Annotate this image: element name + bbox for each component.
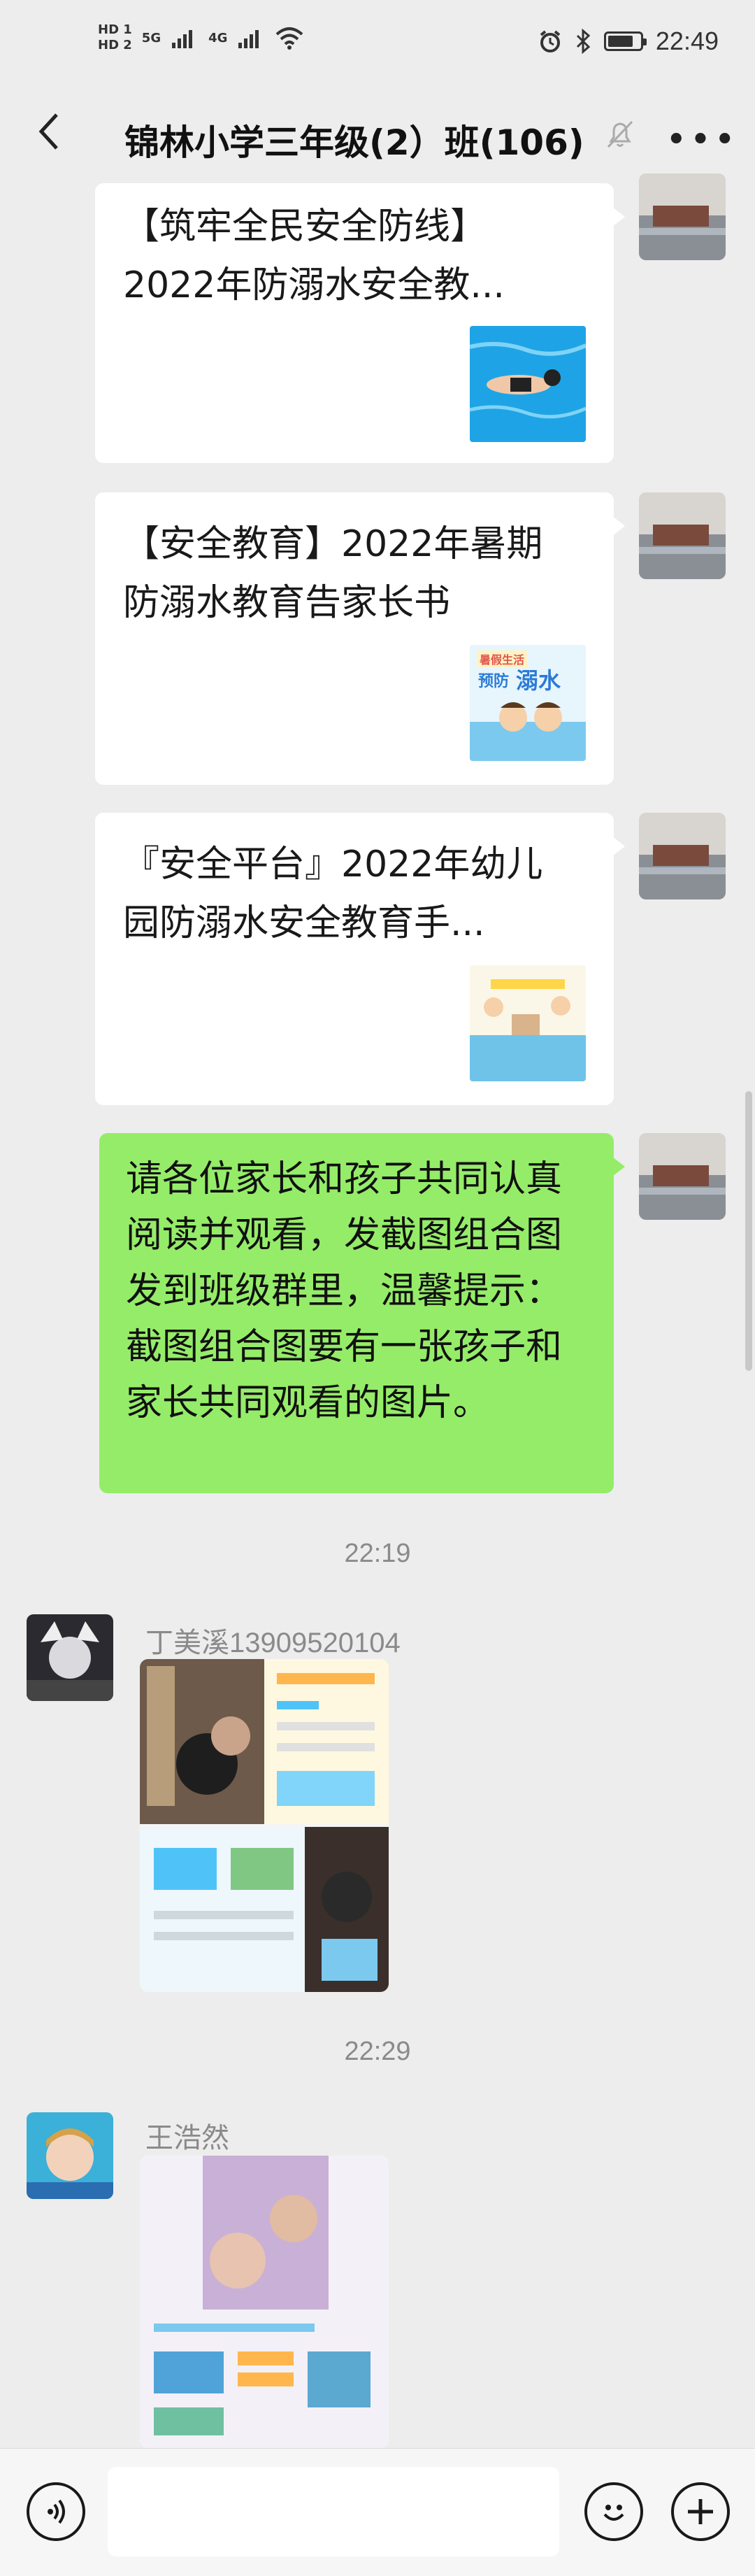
more-options-button[interactable]: ••• xyxy=(666,119,738,161)
alarm-icon xyxy=(540,30,561,52)
chat-title: 锦林小学三年级(2）班(106) xyxy=(124,122,584,163)
signal-icon xyxy=(172,30,193,48)
thumb-line2: 预防 xyxy=(478,673,510,690)
message-text: 请各位家长和孩子共同认真阅读并观看，发截图组合图发到班级群里，温馨提示：截图组合… xyxy=(126,1158,563,1424)
hd2-badge: HD 2 xyxy=(98,38,132,52)
link-card-title: 【筑牢全民安全防线】2022年防溺水安全教... xyxy=(123,206,505,306)
network-4g-label: 4G xyxy=(208,30,228,45)
status-right: 22:49 xyxy=(538,27,719,56)
hd1-badge: HD 1 xyxy=(98,22,132,37)
image-message[interactable] xyxy=(140,1659,389,1992)
chevron-left-icon xyxy=(38,113,58,150)
signal-area: HD 1 HD 2 5G 4G xyxy=(98,22,304,53)
link-card[interactable]: 【安全教育】2022年暑期防溺水教育告家长书 暑假生活 预防 溺水 xyxy=(95,492,625,785)
battery-icon xyxy=(603,31,647,51)
link-card[interactable]: 『安全平台』2022年幼儿园防溺水安全教育手... xyxy=(95,813,625,1105)
plus-icon xyxy=(688,2499,713,2524)
avatar[interactable] xyxy=(639,173,726,260)
emoji-button[interactable] xyxy=(584,2482,643,2541)
scrollbar[interactable] xyxy=(745,1091,752,1371)
thumb-line3: 溺水 xyxy=(516,667,561,694)
timestamp: 22:29 xyxy=(344,2037,411,2066)
network-5g-label: 5G xyxy=(141,30,161,45)
back-button[interactable] xyxy=(28,111,70,152)
kindergarten-safety-thumbnail xyxy=(470,965,586,1081)
swimming-thumbnail xyxy=(470,326,586,442)
link-card-title: 『安全平台』2022年幼儿园防溺水安全教育手... xyxy=(123,844,543,944)
chat-header: 锦林小学三年级(2）班(106) ••• xyxy=(0,91,755,175)
avatar[interactable] xyxy=(639,1133,726,1220)
link-card[interactable]: 【筑牢全民安全防线】2022年防溺水安全教... xyxy=(95,183,625,463)
link-card-title: 【安全教育】2022年暑期防溺水教育告家长书 xyxy=(123,523,543,624)
sender-avatar[interactable] xyxy=(27,1614,113,1701)
voice-button[interactable] xyxy=(27,2482,85,2541)
sender-avatar[interactable] xyxy=(27,2112,113,2199)
message-input[interactable] xyxy=(108,2467,559,2556)
bluetooth-icon xyxy=(576,29,591,54)
avatar[interactable] xyxy=(639,492,726,579)
drowning-prevention-thumbnail: 暑假生活 预防 溺水 xyxy=(470,645,586,761)
wifi-icon xyxy=(276,27,303,50)
image-message[interactable] xyxy=(140,2156,389,2448)
signal-icon-2 xyxy=(238,30,259,48)
own-text-message[interactable]: 请各位家长和孩子共同认真阅读并观看，发截图组合图发到班级群里，温馨提示：截图组合… xyxy=(99,1133,625,1493)
input-bar xyxy=(0,2448,755,2576)
clock: 22:49 xyxy=(655,27,719,55)
add-button[interactable] xyxy=(671,2482,730,2541)
voice-icon xyxy=(48,2499,65,2524)
sender-name: 丁美溪13909520104 xyxy=(145,1628,401,1658)
mute-bell-icon xyxy=(607,120,633,148)
emoji-icon xyxy=(603,2505,624,2521)
avatar[interactable] xyxy=(639,813,726,899)
status-bar: HD 1 HD 2 5G 4G 22:49 xyxy=(0,0,755,91)
sender-name: 王浩然 xyxy=(145,2123,229,2154)
timestamp: 22:19 xyxy=(344,1539,411,1568)
